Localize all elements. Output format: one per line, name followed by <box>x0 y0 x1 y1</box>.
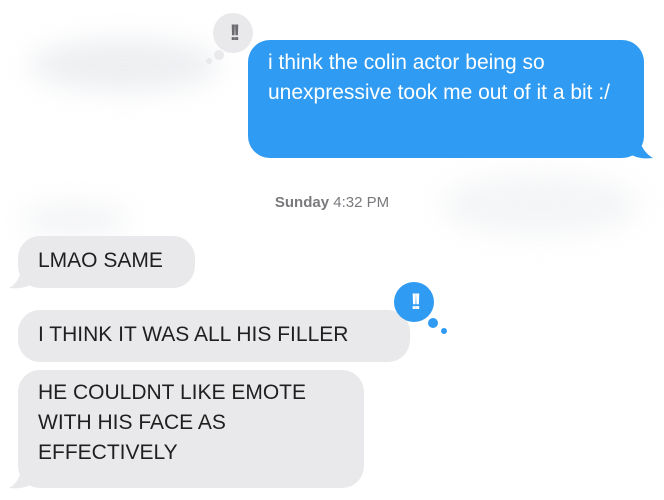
tapback-badge[interactable]: !! <box>213 13 253 53</box>
bubble-tail <box>9 266 38 289</box>
blurred-background <box>30 40 220 90</box>
tapback-tail-dot <box>441 328 447 334</box>
message-bubble-received[interactable]: HE COULDNT LIKE EMOTE WITH HIS FACE AS E… <box>18 370 364 488</box>
message-text: i think the colin actor being so unexpre… <box>268 51 611 104</box>
double-exclamation-icon: !! <box>410 289 421 314</box>
message-text: HE COULDNT LIKE EMOTE WITH HIS FACE AS E… <box>38 381 306 464</box>
message-thread: i think the colin actor being so unexpre… <box>0 0 664 500</box>
message-text: I THINK IT WAS ALL HIS FILLER <box>38 323 349 346</box>
bubble-tail <box>620 136 653 159</box>
bubble-tail <box>9 466 38 489</box>
message-bubble-received[interactable]: I THINK IT WAS ALL HIS FILLER <box>18 310 410 362</box>
message-bubble-received[interactable]: LMAO SAME <box>18 236 195 288</box>
timestamp-time: 4:32 PM <box>333 194 390 211</box>
message-bubble-sent[interactable]: i think the colin actor being so unexpre… <box>248 40 644 158</box>
double-exclamation-icon: !! <box>229 20 240 45</box>
timestamp-day: Sunday <box>274 194 330 211</box>
tapback-tail-dot <box>428 318 438 328</box>
message-text: LMAO SAME <box>38 249 163 272</box>
tapback-tail-dot <box>214 50 224 60</box>
timestamp: Sunday 4:32 PM <box>0 194 664 211</box>
tapback-tail-dot <box>206 58 212 64</box>
tapback-badge[interactable]: !! <box>394 282 434 322</box>
